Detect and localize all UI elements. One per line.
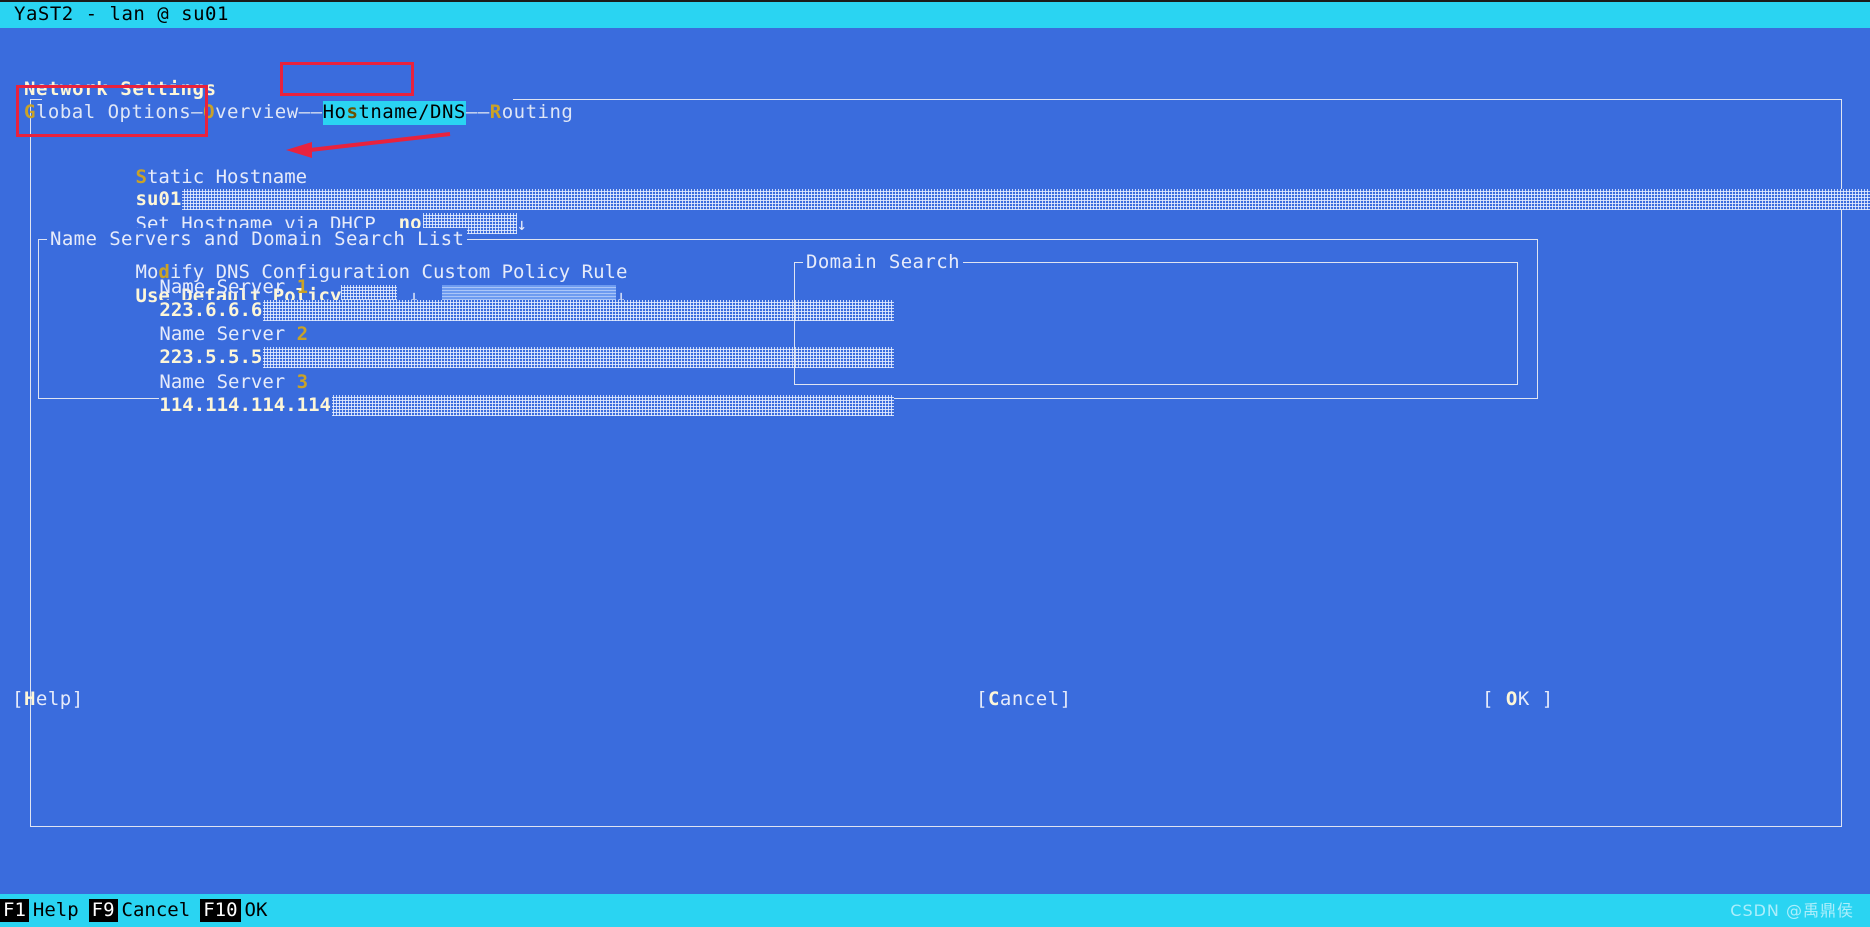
name-server-3-value: 114.114.114.114 <box>159 393 332 416</box>
name-server-3-input[interactable]: 114.114.114.114 <box>159 393 895 416</box>
window-title-bar: YaST2 - lan @ su01 <box>0 2 1870 28</box>
tab-separator-2: — <box>298 101 311 123</box>
set-hostname-dhcp-row: Set Hostname via DHCP no ↓ <box>30 189 1830 236</box>
domain-search-input[interactable] <box>799 267 1513 380</box>
tab-accel-routing: R <box>489 101 502 123</box>
annotation-box-hostname-tab <box>280 62 414 96</box>
tab-separator-3: — <box>465 101 478 123</box>
cancel-button[interactable]: [Cancel] <box>976 688 1072 712</box>
cancel-accel: C <box>987 688 1000 710</box>
name-server-1-label-row: Name Server 1 <box>45 252 790 298</box>
name-server-3-input-row: 114.114.114.114 <box>45 371 895 416</box>
annotation-arrow-dhcp <box>286 132 451 158</box>
terminal-screen: YaST2 - lan @ su01 Network Settings Glob… <box>0 0 1870 927</box>
window-title: YaST2 - lan @ su01 <box>14 3 229 26</box>
fkey-f1-label[interactable]: Help <box>29 899 89 923</box>
fkey-f10-label[interactable]: OK <box>241 899 278 923</box>
ok-button[interactable]: [ OK ] <box>1482 688 1554 712</box>
name-server-1-input-row: 223.6.6.6 <box>45 276 895 321</box>
tab-overview[interactable]: Overview <box>203 101 299 125</box>
name-server-3-label-row: Name Server 3 <box>45 347 790 393</box>
domain-search-fieldset[interactable]: Domain Search <box>794 251 1518 385</box>
tab-label-hostname-pre: Ho <box>322 101 347 123</box>
tab-label-routing: outing <box>501 101 574 123</box>
help-button[interactable]: [Help] <box>12 688 84 712</box>
fkey-f9[interactable]: F9 <box>88 898 118 923</box>
nameservers-legend: Name Servers and Domain Search List <box>47 228 468 252</box>
help-label: elp] <box>35 688 84 710</box>
name-server-2-input-row: 223.5.5.5 <box>45 323 895 369</box>
dialog-body: Network Settings Global Options — Overvi… <box>0 28 1870 894</box>
tab-separator-3b: — <box>477 101 490 123</box>
fkey-f9-label[interactable]: Cancel <box>118 899 201 923</box>
fkey-f10[interactable]: F10 <box>200 898 241 923</box>
tab-label-hostname-post: tname/DNS <box>358 101 466 123</box>
tab-label-overview: verview <box>215 101 299 123</box>
name-server-2-label-row: Name Server 2 <box>45 300 790 345</box>
watermark: CSDN @禹鼎侯 <box>1730 901 1854 920</box>
annotation-box-static-hostname <box>16 85 208 137</box>
nameservers-column: Name Server 1 223.6.6.6 Name Server 2 22… <box>45 252 895 416</box>
help-accel: H <box>23 688 36 710</box>
help-bracket-open: [ <box>12 688 24 710</box>
cancel-bracket-open: [ <box>976 688 988 710</box>
tab-separator-2b: — <box>310 101 323 123</box>
static-hostname-input-row: su01 <box>30 166 1870 211</box>
nameservers-fieldset: Name Servers and Domain Search List Name… <box>38 228 1538 416</box>
function-key-bar: F1 Help F9 Cancel F10 OK <box>0 894 1870 927</box>
ok-label: K ] <box>1517 688 1554 710</box>
tab-accel-hostname: s <box>346 101 359 123</box>
fkey-f1[interactable]: F1 <box>0 898 29 923</box>
tab-routing[interactable]: Routing <box>490 101 574 125</box>
ok-accel: O <box>1505 688 1518 710</box>
tab-hostname-dns[interactable]: Hostname/DNS <box>322 101 466 125</box>
ok-bracket-open: [ <box>1482 688 1506 710</box>
cancel-label: ancel] <box>999 688 1072 710</box>
